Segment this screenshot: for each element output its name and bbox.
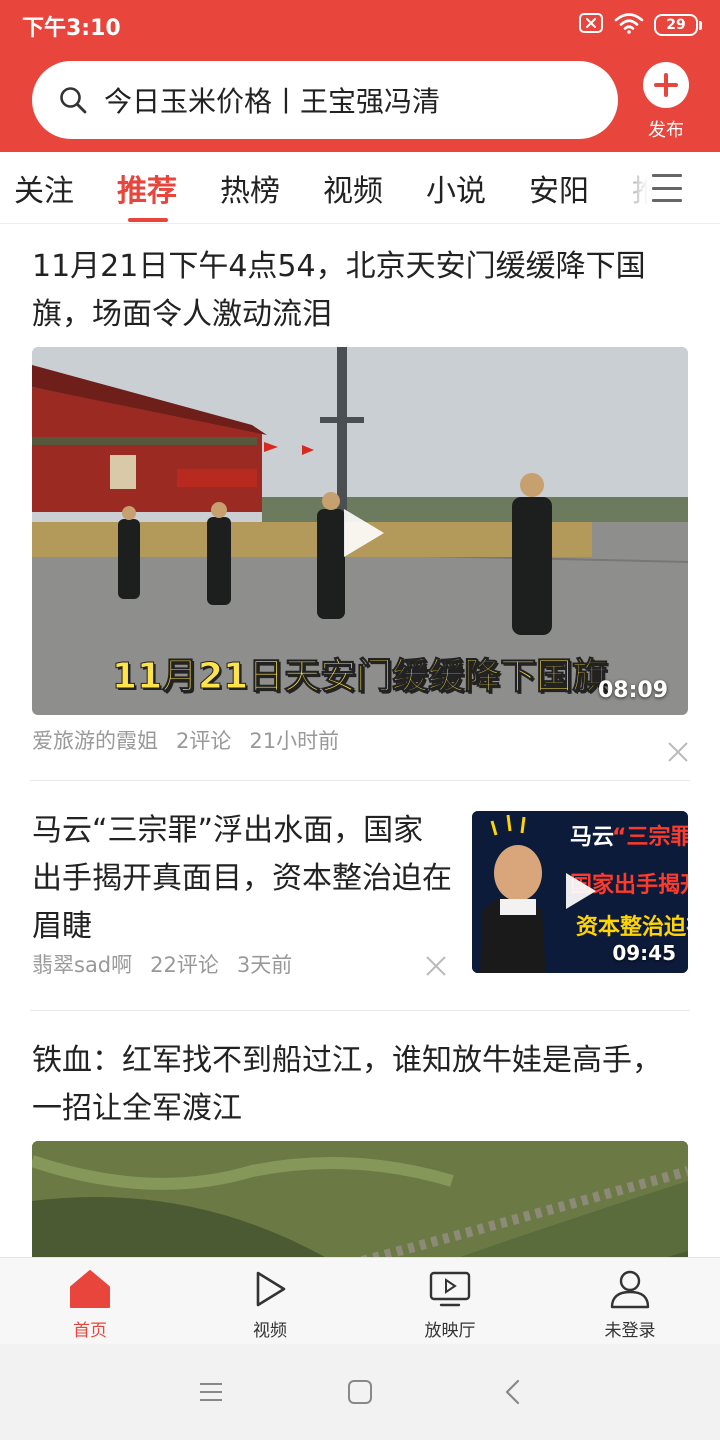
active-tab-indicator: [128, 218, 168, 222]
tab-novel[interactable]: 小说: [426, 166, 486, 210]
publish-button[interactable]: 发布: [640, 62, 692, 142]
feed-item[interactable]: 马云“三宗罪”浮出水面，国家出手揭开真面目，资本整治迫在眉睫 翡翠sad啊 22…: [32, 807, 688, 977]
search-icon: [58, 85, 88, 115]
wifi-icon: [614, 12, 644, 38]
divider: [30, 780, 690, 781]
nav-theater[interactable]: 放映厅: [395, 1268, 505, 1341]
sim-card-icon: [578, 12, 604, 38]
publish-label: 发布: [648, 120, 684, 141]
system-navigation-bar: [0, 1344, 720, 1440]
article-author: 翡翠sad啊: [32, 953, 133, 977]
divider: [30, 1010, 690, 1011]
status-icons: 29: [578, 12, 702, 38]
article-author: 爱旅游的霞姐: [32, 729, 158, 753]
status-time: 下午3:10: [22, 16, 121, 41]
app-header: 下午3:10 29 今日玉米价格丨王宝强冯清 发布: [0, 0, 720, 152]
video-caption: 11月21日天安门缓缓降下国旗: [111, 656, 609, 698]
nav-profile[interactable]: 未登录: [575, 1268, 685, 1341]
bottom-navigation: 首页 视频 放映厅 未登录: [0, 1257, 720, 1344]
tab-follow[interactable]: 关注: [14, 166, 74, 210]
user-icon: [609, 1268, 651, 1310]
image-thumbnail[interactable]: [32, 1141, 688, 1257]
feed-item[interactable]: 铁血：红军找不到船过江，谁知放牛娃是高手，一招让全军渡江: [32, 1037, 688, 1257]
feed-item[interactable]: 11月21日下午4点54，北京天安门缓缓降下国旗，场面令人激动流泪 11月21日…: [32, 243, 688, 762]
battery-icon: 29: [654, 14, 702, 36]
article-time: 21小时前: [249, 729, 340, 753]
tv-icon: [429, 1268, 471, 1310]
channel-menu-icon[interactable]: [652, 174, 682, 202]
video-thumbnail[interactable]: 马云 “三宗罪” 国家出手揭开 资本整治迫在 09:45: [472, 811, 688, 973]
home-button-icon[interactable]: [344, 1376, 376, 1408]
dismiss-icon[interactable]: [667, 741, 689, 763]
tab-video[interactable]: 视频: [323, 166, 383, 210]
video-duration: 08:09: [597, 678, 668, 703]
nav-label: 未登录: [604, 1321, 656, 1341]
nav-label: 放映厅: [424, 1321, 476, 1341]
video-thumbnail[interactable]: 11月21日天安门缓缓降下国旗 08:09: [32, 347, 688, 715]
plus-icon: [643, 62, 689, 108]
article-meta: 翡翠sad啊 22评论 3天前: [32, 949, 292, 979]
status-bar: 下午3:10 29: [0, 0, 720, 50]
article-comments: 22评论: [150, 953, 219, 977]
nav-label: 首页: [73, 1321, 107, 1341]
play-icon: [344, 509, 384, 557]
back-icon[interactable]: [496, 1376, 528, 1408]
tab-hot-list[interactable]: 热榜: [220, 166, 280, 210]
video-duration: 09:45: [612, 941, 676, 965]
play-icon: [249, 1268, 291, 1310]
tab-recommend[interactable]: 推荐: [117, 166, 177, 210]
thumb-text: “三宗罪”: [612, 825, 688, 850]
home-icon: [69, 1268, 111, 1310]
search-query-text: 今日玉米价格丨王宝强冯清: [104, 85, 441, 118]
article-meta: 爱旅游的霞姐 2评论 21小时前: [32, 725, 688, 755]
nav-label: 视频: [253, 1321, 287, 1341]
search-input[interactable]: 今日玉米价格丨王宝强冯清: [32, 61, 618, 139]
play-icon: [566, 873, 596, 909]
thumb-text: 马云: [570, 825, 615, 850]
nav-video[interactable]: 视频: [215, 1268, 325, 1341]
article-title: 铁血：红军找不到船过江，谁知放牛娃是高手，一招让全军渡江: [32, 1043, 662, 1126]
channel-tabs: 关注 推荐 热榜 视频 小说 安阳 推: [0, 152, 720, 224]
tab-anyang[interactable]: 安阳: [529, 166, 589, 210]
recent-apps-icon[interactable]: [195, 1376, 227, 1408]
thumb-text: 资本整治迫在: [576, 915, 688, 940]
dismiss-icon[interactable]: [425, 955, 447, 977]
article-time: 3天前: [236, 953, 293, 977]
article-title: 马云“三宗罪”浮出水面，国家出手揭开真面目，资本整治迫在眉睫: [32, 813, 452, 944]
battery-level: 29: [654, 14, 698, 36]
article-comments: 2评论: [176, 729, 232, 753]
article-title: 11月21日下午4点54，北京天安门缓缓降下国旗，场面令人激动流泪: [32, 249, 646, 332]
news-feed: 11月21日下午4点54，北京天安门缓缓降下国旗，场面令人激动流泪 11月21日…: [0, 225, 720, 1257]
nav-home[interactable]: 首页: [35, 1268, 145, 1341]
